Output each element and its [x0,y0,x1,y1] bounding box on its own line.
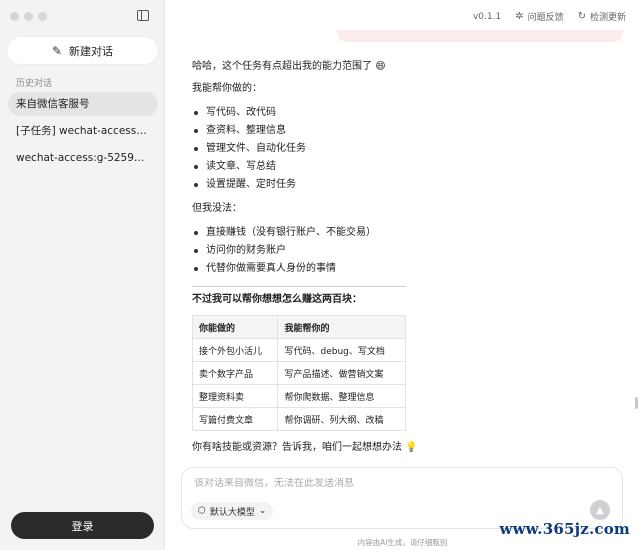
table-cell: 帮你调研、列大纲、改稿 [277,407,406,431]
scrollbar[interactable] [635,397,638,409]
table-header: 我能帮你的 [277,315,406,339]
suggestion-table: 你能做的 我能帮你的 接个外包小活儿 写代码、debug、写文档 卖个数字产品 … [191,315,406,431]
maximize-window-button[interactable] [38,12,47,21]
list-item: 读文章、写总结 [192,158,442,176]
feedback-label: 问题反馈 [527,13,564,23]
model-icon: ⬡ [198,506,206,516]
close-window-button[interactable] [10,12,19,21]
window-controls [10,12,47,21]
table-row: 卖个数字产品 写产品描述、做营销文案 [191,361,406,385]
history-item[interactable]: 来自微信客服号 [8,92,158,116]
assistant-message: 哈哈，这个任务有点超出我的能力范围了 😄 我能帮你做的： 写代码、改代码 查资料… [191,60,442,463]
section-title: 不过我可以帮你想想怎么赚这两百块： [192,294,362,305]
table-cell: 写产品描述、做营销文案 [277,361,406,385]
smile-emoji: 😄 [375,61,386,72]
list-item: 查资料、整理信息 [192,122,442,140]
chat-main: v0.1.1 ✲ 问题反馈 ↻ 检测更新 哈哈，这个任务有点超出我的能力范围了 … [165,0,640,550]
new-chat-button[interactable]: ✎ 新建对话 [6,36,159,65]
cannot-title: 但我没法： [192,203,242,214]
site-watermark: www.365jz.com [499,520,630,538]
update-label: 检测更新 [589,13,626,23]
table-cell: 写篇付费文章 [191,407,279,431]
history-item[interactable]: wechat-access:g-5259143... [8,146,158,170]
table-row: 整理资料卖 帮你爬数据、整理信息 [191,384,406,408]
table-cell: 接个外包小活儿 [191,338,279,362]
user-message-bubble [337,30,623,42]
chevron-down-icon: ⌄ [258,506,267,516]
model-label: 默认大模型 [209,507,255,518]
list-item: 写代码、改代码 [192,104,442,122]
check-update-button[interactable]: ↻ 检测更新 [578,10,626,23]
closing-text: 你有啥技能或资源？告诉我，咱们一起想想办法 💡 [192,442,418,453]
can-list: 写代码、改代码 查资料、整理信息 管理文件、自动化任务 读文章、写总结 设置提醒… [192,104,442,194]
table-row: 写篇付费文章 帮你调研、列大纲、改稿 [191,407,406,431]
message-input[interactable] [194,478,574,489]
new-chat-label: 新建对话 [69,44,114,58]
history-item[interactable]: [子任务] wechat-access:g-... [8,119,158,143]
cannot-list: 直接赚钱（没有银行账户、不能交易） 访问你的财务账户 代替你做需要真人身份的事情 [192,224,442,278]
table-cell: 写代码、debug、写文档 [277,338,406,362]
intro-text: 哈哈，这个任务有点超出我的能力范围了 😄 [192,61,386,72]
list-item: 直接赚钱（没有银行账户、不能交易） [192,224,442,242]
model-select[interactable]: ⬡ 默认大模型 ⌄ [191,502,274,520]
login-button[interactable]: 登录 [11,512,154,539]
table-cell: 帮你爬数据、整理信息 [277,384,406,408]
version-label: v0.1.1 [472,11,502,22]
list-item: 设置提醒、定时任务 [192,176,442,194]
feedback-button[interactable]: ✲ 问题反馈 [515,10,563,23]
can-title: 我能帮你做的： [192,83,262,94]
table-row: 接个外包小活儿 写代码、debug、写文档 [191,338,406,362]
list-item: 管理文件、自动化任务 [192,140,442,158]
table-header: 你能做的 [191,315,279,339]
history-title: 历史对话 [16,79,53,89]
sidebar: ✎ 新建对话 历史对话 来自微信客服号 [子任务] wechat-access:… [0,0,165,550]
refresh-icon: ↻ [577,11,586,22]
divider [192,286,406,287]
send-button[interactable]: ▲ [590,500,610,520]
table-header-row: 你能做的 我能帮你的 [191,315,406,339]
list-item: 访问你的财务账户 [192,242,442,260]
new-chat-icon: ✎ [51,43,63,58]
table-cell: 整理资料卖 [191,384,279,408]
arrow-up-icon: ▲ [596,504,604,516]
app-window: ✎ 新建对话 历史对话 来自微信客服号 [子任务] wechat-access:… [0,0,640,550]
minimize-window-button[interactable] [24,12,33,21]
lightbulb-emoji: 💡 [405,442,418,453]
list-item: 代替你做需要真人身份的事情 [192,260,442,278]
bug-icon: ✲ [515,11,524,22]
topbar: v0.1.1 ✲ 问题反馈 ↻ 检测更新 [473,10,626,23]
sidebar-toggle-icon[interactable] [137,10,149,21]
ai-disclaimer: 内容由AI生成，请仔细甄别 [357,538,448,547]
history-list: 来自微信客服号 [子任务] wechat-access:g-... wechat… [8,92,158,173]
table-cell: 卖个数字产品 [191,361,279,385]
